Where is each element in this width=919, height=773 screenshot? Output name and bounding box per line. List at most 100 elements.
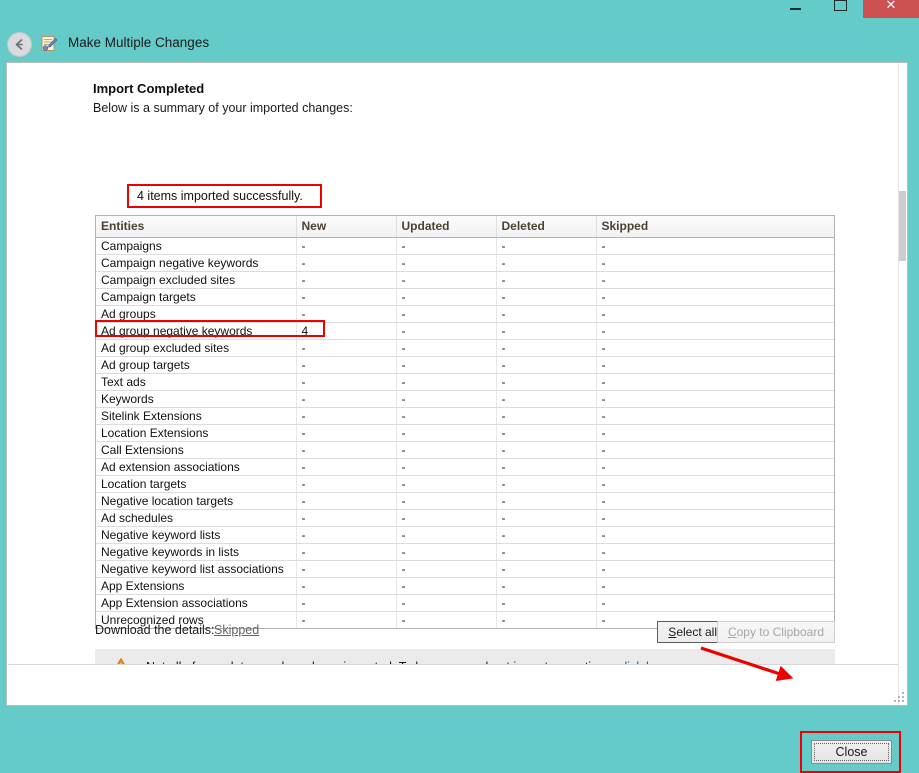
column-header-deleted[interactable]: Deleted (496, 216, 597, 238)
table-row[interactable]: Negative keyword lists - - - - (96, 526, 834, 544)
table-row[interactable]: Negative keywords in lists - - - - (96, 543, 834, 561)
column-header-updated[interactable]: Updated (396, 216, 497, 238)
table-row[interactable]: Ad group negative keywords 4- - - (96, 322, 834, 340)
cell-updated: - (396, 254, 497, 272)
table-row[interactable]: Campaign excluded sites - - - - (96, 271, 834, 289)
table-row[interactable]: Ad group targets - - - - (96, 356, 834, 374)
cell-deleted: - (496, 254, 597, 272)
cell-new: - (296, 492, 397, 510)
table-row[interactable]: Call Extensions - - - - (96, 441, 834, 459)
table-row[interactable]: Campaigns - - - - (96, 237, 834, 255)
cell-updated: - (396, 594, 497, 612)
cell-skipped: - (596, 407, 834, 425)
cell-deleted: - (496, 390, 597, 408)
cell-deleted: - (496, 441, 597, 459)
minimize-icon (790, 8, 801, 10)
table-row[interactable]: Campaign negative keywords - - - - (96, 254, 834, 272)
cell-deleted: - (496, 475, 597, 493)
table-row[interactable]: Campaign targets - - - - (96, 288, 834, 306)
cell-deleted: - (496, 458, 597, 476)
column-header-new[interactable]: New (296, 216, 397, 238)
window-close-button[interactable]: ✕ (863, 0, 919, 18)
page-subtitle: Below is a summary of your imported chan… (93, 101, 353, 115)
cell-skipped: - (596, 390, 834, 408)
app-icon (40, 35, 58, 53)
minimize-button[interactable] (773, 0, 818, 24)
cell-entity: Location Extensions (96, 424, 297, 442)
table-header: Entities New Updated Deleted Skipped (96, 216, 834, 238)
table-row[interactable]: Keywords - - - - (96, 390, 834, 408)
vertical-scrollbar[interactable] (898, 63, 907, 705)
cell-new: - (296, 458, 397, 476)
cell-new: - (296, 271, 397, 289)
table-row[interactable]: Negative keyword list associations - - - - (96, 560, 834, 578)
close-button[interactable]: Close (811, 740, 892, 764)
cell-updated: - (396, 322, 497, 340)
cell-new: - (296, 577, 397, 595)
scrollbar-thumb[interactable] (899, 191, 906, 261)
cell-deleted: - (496, 237, 597, 255)
table-body: Campaigns - - - - Campaign negative keywords -… (96, 237, 834, 628)
cell-updated: - (396, 339, 497, 357)
cell-updated: - (396, 390, 497, 408)
cell-updated: - (396, 424, 497, 442)
cell-skipped: - (596, 458, 834, 476)
back-arrow-icon (15, 39, 23, 50)
download-details-row: Download the details: Skipped Select all… (95, 621, 835, 643)
table-row[interactable]: Text ads - - - - (96, 373, 834, 391)
table-row[interactable]: Ad extension associations - - - - (96, 458, 834, 476)
table-row[interactable]: App Extensions - - - - (96, 577, 834, 595)
column-header-skipped[interactable]: Skipped (596, 216, 834, 238)
footer-separator (8, 664, 900, 665)
cell-new: - (296, 441, 397, 459)
resize-grip-icon[interactable] (893, 691, 905, 703)
table-row[interactable]: Ad group excluded sites - - - - (96, 339, 834, 357)
cell-new: - (296, 288, 397, 306)
table-row[interactable]: Ad groups - - - - (96, 305, 834, 323)
table-row[interactable]: Location Extensions - - - - (96, 424, 834, 442)
table-row[interactable]: Location targets - - - - (96, 475, 834, 493)
cell-deleted: - (496, 373, 597, 391)
cell-skipped: - (596, 577, 834, 595)
cell-new: - (296, 543, 397, 561)
cell-new: - (296, 526, 397, 544)
cell-entity: Ad group excluded sites (96, 339, 297, 357)
cell-new: - (296, 305, 397, 323)
cell-entity: Negative keywords in lists (96, 543, 297, 561)
download-skipped-link[interactable]: Skipped (214, 623, 259, 637)
maximize-button[interactable] (818, 0, 863, 18)
cell-skipped: - (596, 475, 834, 493)
cell-entity: Ad groups (96, 305, 297, 323)
header-bar: Make Multiple Changes (0, 28, 919, 62)
cell-updated: - (396, 509, 497, 527)
copy-to-clipboard-button[interactable]: Copy to Clipboard (716, 621, 835, 643)
cell-new: - (296, 560, 397, 578)
cell-updated: - (396, 577, 497, 595)
cell-entity: Sitelink Extensions (96, 407, 297, 425)
cell-new: - (296, 509, 397, 527)
table-row[interactable]: Sitelink Extensions - - - - (96, 407, 834, 425)
back-button[interactable] (7, 32, 32, 57)
cell-skipped: - (596, 543, 834, 561)
column-header-entities[interactable]: Entities (96, 216, 297, 238)
cell-new: - (296, 237, 397, 255)
cell-entity: Ad group targets (96, 356, 297, 374)
cell-new: - (296, 339, 397, 357)
cell-skipped: - (596, 526, 834, 544)
table-row[interactable]: Ad schedules - - - - (96, 509, 834, 527)
cell-updated: - (396, 560, 497, 578)
window-title: Make Multiple Changes (68, 35, 210, 50)
cell-updated: - (396, 373, 497, 391)
cell-new: - (296, 424, 397, 442)
cell-skipped: - (596, 373, 834, 391)
table-row[interactable]: App Extension associations - - - - (96, 594, 834, 612)
cell-updated: - (396, 492, 497, 510)
dialog-window: Import Completed Below is a summary of y… (6, 62, 908, 773)
close-button-label: Close (835, 745, 868, 759)
cell-deleted: - (496, 407, 597, 425)
cell-new: - (296, 356, 397, 374)
cell-skipped: - (596, 492, 834, 510)
cell-entity: App Extensions (96, 577, 297, 595)
select-all-accelerator: S (668, 625, 677, 639)
table-row[interactable]: Negative location targets - - - - (96, 492, 834, 510)
